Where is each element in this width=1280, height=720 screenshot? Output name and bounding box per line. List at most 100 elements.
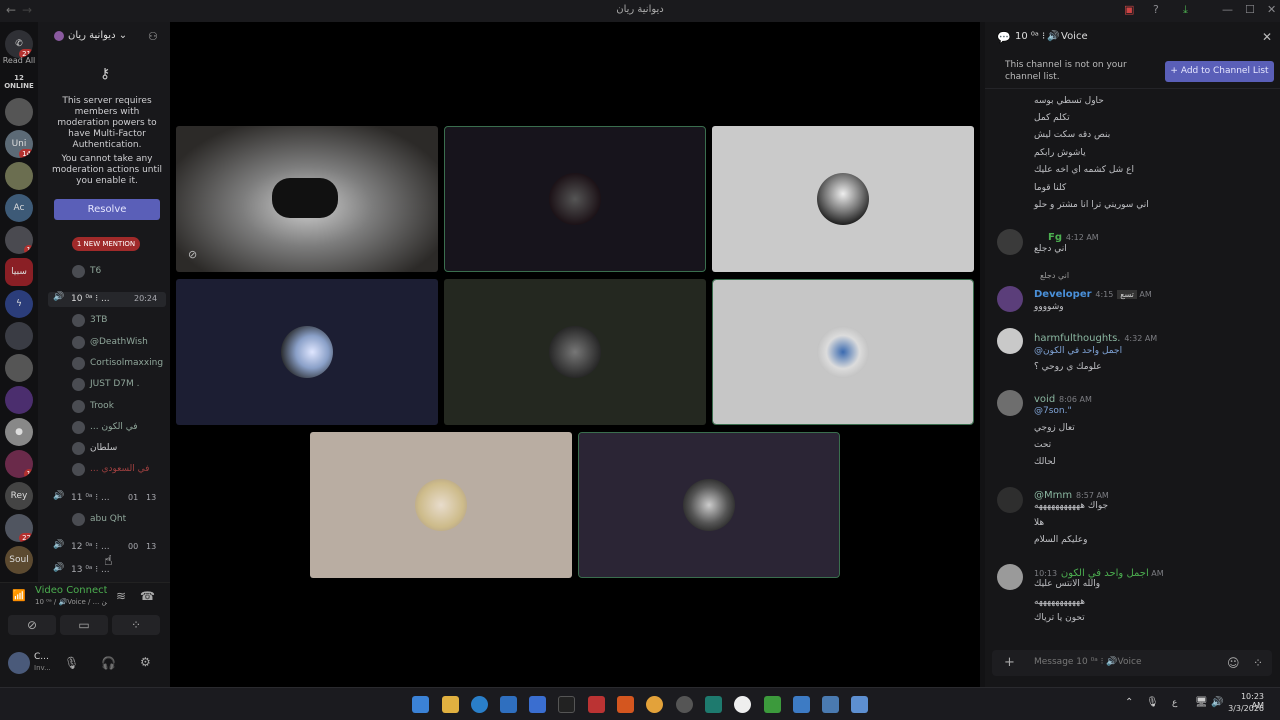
video-tile[interactable] <box>310 432 572 578</box>
username[interactable]: @Mmm <box>1034 490 1072 501</box>
server-icon[interactable]: Soul <box>5 546 33 574</box>
screen-share-icon[interactable]: ▭ <box>60 615 108 635</box>
mic-tray-icon[interactable]: 🎙 <box>1146 697 1159 708</box>
reply-preview[interactable]: اني دجلع <box>1040 271 1069 280</box>
home-icon[interactable]: ✆ 21 <box>5 30 33 58</box>
server-icon[interactable]: ● <box>5 418 33 446</box>
server-icon[interactable]: Uni 14 <box>5 130 33 158</box>
video-tile[interactable] <box>712 279 974 425</box>
minimize-button[interactable]: — <box>1222 3 1233 16</box>
video-tile[interactable] <box>444 126 706 272</box>
invite-icon[interactable]: ⚇ <box>148 30 158 43</box>
apps-icon[interactable]: ⁘ <box>1253 656 1263 670</box>
user-avatar[interactable] <box>8 652 30 674</box>
video-tile[interactable] <box>176 279 438 425</box>
server-icon[interactable] <box>5 98 33 126</box>
vscode-icon[interactable] <box>793 696 810 713</box>
input-language[interactable]: ع <box>1172 698 1177 708</box>
username[interactable]: اجمل واحد في الكون <box>1061 568 1149 579</box>
username[interactable]: harmfulthoughts. <box>1034 333 1121 344</box>
video-tile[interactable] <box>712 126 974 272</box>
username[interactable]: void <box>1034 394 1055 405</box>
user-avatar[interactable] <box>997 564 1023 590</box>
voice-user[interactable]: Cortisolmaxxing <box>72 355 164 371</box>
user-avatar[interactable] <box>997 487 1023 513</box>
close-icon[interactable]: ✕ <box>1262 30 1272 44</box>
app-icon[interactable] <box>705 696 722 713</box>
app-icon[interactable] <box>734 696 751 713</box>
server-icon[interactable] <box>5 322 33 350</box>
voice-user[interactable]: JUST D7M . <box>72 376 164 392</box>
server-icon[interactable]: سبيا <box>5 258 33 286</box>
new-mention-pill[interactable]: 1 NEW MENTION <box>72 237 140 251</box>
server-icon[interactable] <box>5 386 33 414</box>
video-tile[interactable] <box>578 432 840 578</box>
download-icon[interactable]: ⤓ <box>1183 3 1188 17</box>
app-icon[interactable] <box>676 696 693 713</box>
close-window-button[interactable]: ✕ <box>1267 3 1276 16</box>
voice-user[interactable]: ... في السعودي <box>72 461 164 477</box>
store-icon[interactable] <box>500 696 517 713</box>
terminal-icon[interactable] <box>558 696 575 713</box>
server-icon[interactable]: 22 <box>5 514 33 542</box>
voice-user[interactable]: ... في الكون <box>72 419 164 435</box>
server-icon[interactable]: 1 <box>5 226 33 254</box>
read-all-link[interactable]: Read All <box>0 56 38 65</box>
server-name[interactable]: ديوانية ريان ⌄ <box>68 30 127 41</box>
app-icon[interactable] <box>588 696 605 713</box>
video-tile[interactable] <box>444 279 706 425</box>
resolve-button[interactable]: Resolve <box>54 199 160 220</box>
server-icon[interactable]: 1 <box>5 450 33 478</box>
outlook-icon[interactable] <box>529 696 546 713</box>
start-icon[interactable] <box>412 696 429 713</box>
tray-chevron-icon[interactable]: ⌃ <box>1125 697 1133 708</box>
server-icon[interactable]: ϟ <box>5 290 33 318</box>
server-icon[interactable] <box>5 162 33 190</box>
server-icon[interactable] <box>5 354 33 382</box>
inbox-icon[interactable]: ▣ <box>1124 3 1134 16</box>
maximize-button[interactable]: ☐ <box>1245 3 1255 16</box>
server-icon[interactable]: Ac <box>5 194 33 222</box>
voice-user[interactable]: T6 <box>72 263 164 279</box>
headphones-icon[interactable]: 🎧 <box>101 656 116 670</box>
settings-gear-icon[interactable]: ⚙ <box>140 655 151 669</box>
notepad-icon[interactable] <box>851 696 868 713</box>
voice-user[interactable]: Trook <box>72 398 164 414</box>
message-input[interactable]: Message 10 ⁰ᵃ ⁝ 🔊Voice <box>1034 657 1142 667</box>
brave-icon[interactable] <box>617 696 634 713</box>
clock-date[interactable]: 3/3/2026 <box>1228 704 1264 713</box>
disconnect-icon[interactable]: ☎ <box>140 589 155 603</box>
attach-plus-icon[interactable]: + <box>1004 655 1015 670</box>
voice-user[interactable]: @DeathWish <box>72 334 164 350</box>
voice-user[interactable]: 3TB <box>72 312 164 328</box>
voice-location[interactable]: 10 ⁰ᵃ / 🔊Voice / ... بن <box>35 598 107 606</box>
app-icon[interactable] <box>764 696 781 713</box>
signal-icon[interactable]: 📶 <box>12 589 26 602</box>
activities-icon[interactable]: ⁘ <box>112 615 160 635</box>
noise-suppression-icon[interactable]: ≋ <box>116 589 126 603</box>
voice-channel-12[interactable]: 12 ⁰ᵃ ⁝ ... <box>71 540 110 554</box>
camera-toggle-icon[interactable]: ⊘ <box>8 615 56 635</box>
user-avatar[interactable] <box>997 390 1023 416</box>
voice-channel-10[interactable]: 10 ⁰ᵃ ⁝ ... <box>71 292 110 306</box>
user-avatar[interactable] <box>997 229 1023 255</box>
voice-user[interactable]: سلطان <box>72 440 164 456</box>
voice-user[interactable]: abu Qht <box>72 511 164 527</box>
username[interactable]: Developer <box>1034 289 1092 300</box>
emoji-icon[interactable]: ☺ <box>1227 656 1240 670</box>
video-tile[interactable]: ⊘ <box>176 126 438 272</box>
edge-icon[interactable] <box>471 696 488 713</box>
file-explorer-icon[interactable] <box>442 696 459 713</box>
add-to-channel-list-button[interactable]: + Add to Channel List <box>1165 61 1274 82</box>
app-icon[interactable] <box>822 696 839 713</box>
server-icon[interactable]: Rey <box>5 482 33 510</box>
user-avatar[interactable] <box>997 286 1023 312</box>
network-icon[interactable]: 🖥 <box>1195 697 1208 708</box>
microphone-icon[interactable]: 🎙 <box>64 656 79 670</box>
voice-channel-11[interactable]: 11 ⁰ᵃ ⁝ ... <box>71 491 110 505</box>
help-icon[interactable]: ? <box>1153 3 1159 16</box>
username[interactable]: Fg <box>1048 232 1062 243</box>
volume-icon[interactable]: 🔊 <box>1211 697 1223 708</box>
app-icon[interactable] <box>646 696 663 713</box>
user-avatar[interactable] <box>997 328 1023 354</box>
